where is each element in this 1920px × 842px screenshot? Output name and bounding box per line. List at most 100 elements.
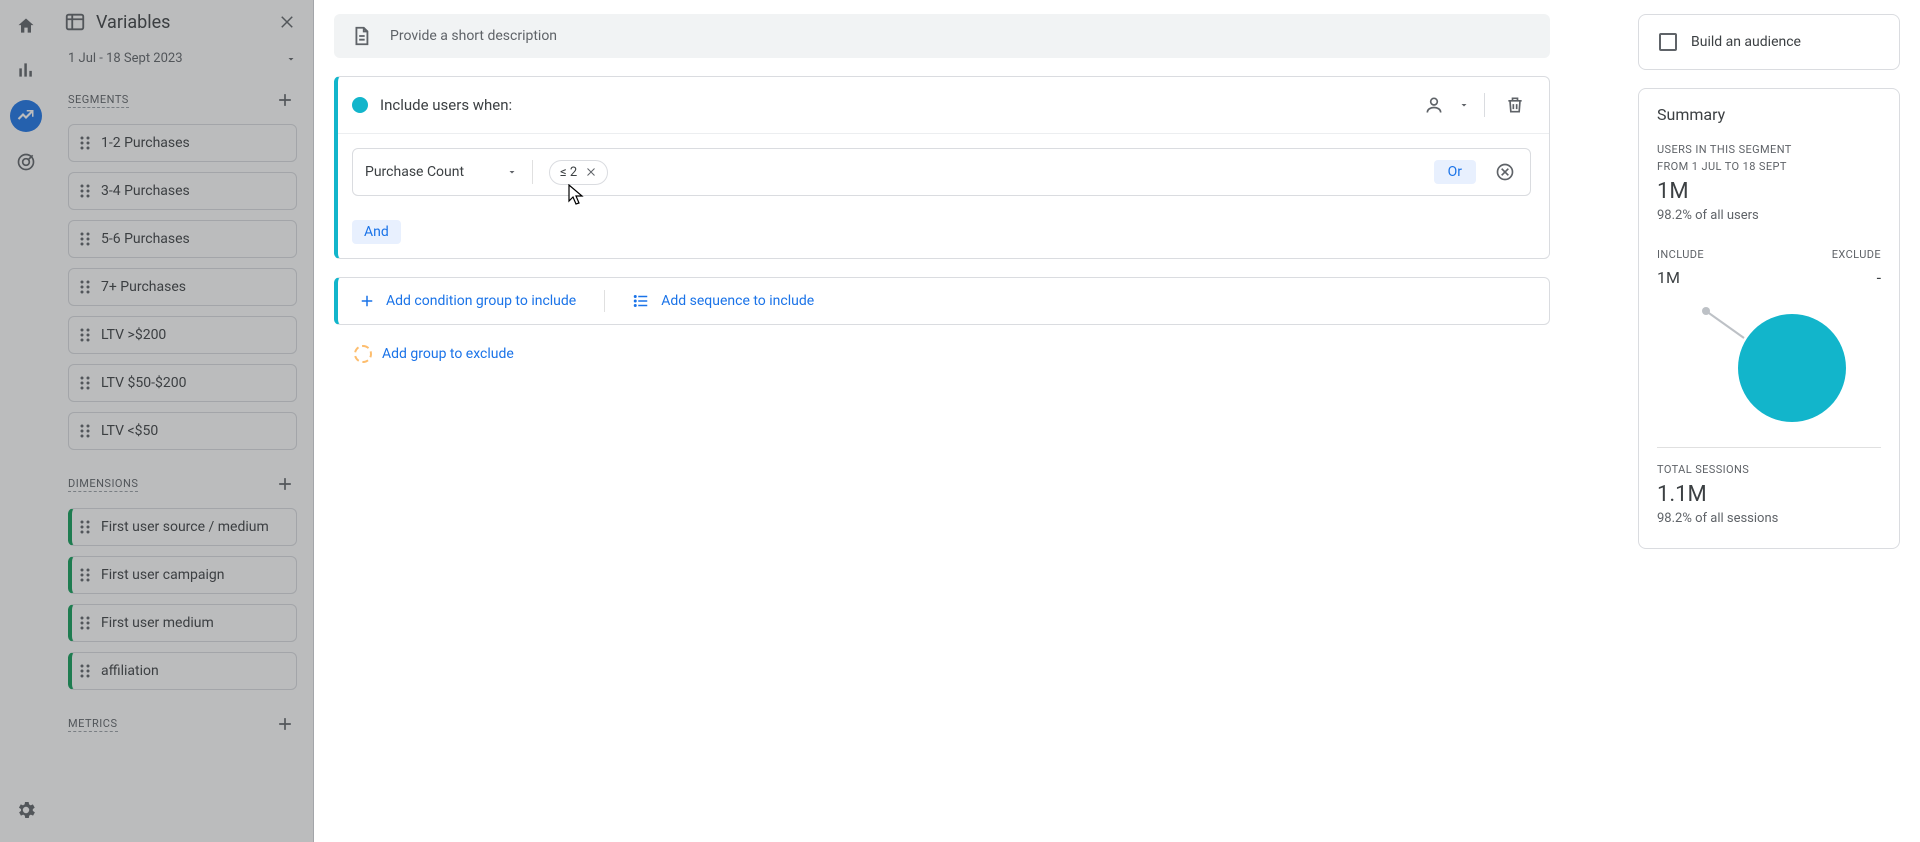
nav-advertising-icon[interactable] (12, 148, 40, 176)
add-condition-group-button[interactable]: Add condition group to include (358, 292, 576, 310)
drag-handle-icon[interactable] (79, 183, 91, 199)
nav-explore-icon[interactable] (10, 100, 42, 132)
filter-value: ≤ 2 (560, 165, 577, 180)
total-sessions-value: 1.1M (1657, 482, 1881, 507)
chip-label: LTV <$50 (101, 423, 158, 439)
add-exclude-group-button[interactable]: Add group to exclude (382, 346, 514, 362)
chip-label: First user medium (101, 615, 214, 631)
include-exclude-chart (1657, 287, 1881, 429)
segment-chip[interactable]: 3-4 Purchases (68, 172, 297, 210)
segment-chip[interactable]: 1-2 Purchases (68, 124, 297, 162)
segment-chip[interactable]: 5-6 Purchases (68, 220, 297, 258)
include-group-card: Include users when: (334, 76, 1550, 259)
summary-users-value: 1M (1657, 179, 1881, 204)
drag-handle-icon[interactable] (79, 567, 91, 583)
variables-title: Variables (96, 12, 265, 33)
condition-filter-pill[interactable]: ≤ 2 (549, 160, 608, 185)
divider (604, 290, 605, 312)
dimension-chip[interactable]: First user campaign (68, 556, 297, 594)
nav-reports-icon[interactable] (12, 56, 40, 84)
chip-label: 3-4 Purchases (101, 183, 190, 199)
dimensions-list: First user source / medium First user ca… (68, 508, 297, 690)
dimensions-section-label: DIMENSIONS (68, 477, 138, 492)
include-label: INCLUDE (1657, 247, 1704, 264)
dimension-chip[interactable]: First user medium (68, 604, 297, 642)
segment-chip[interactable]: LTV $50-$200 (68, 364, 297, 402)
nav-settings-icon[interactable] (12, 796, 40, 824)
segment-chip[interactable]: LTV >$200 (68, 316, 297, 354)
summary-card: Summary USERS IN THIS SEGMENT FROM 1 JUL… (1638, 88, 1900, 549)
nav-home-icon[interactable] (12, 12, 40, 40)
divider (1657, 447, 1881, 448)
chip-label: affiliation (101, 663, 159, 679)
chip-label: First user source / medium (101, 519, 269, 535)
drag-handle-icon[interactable] (79, 519, 91, 535)
drag-handle-icon[interactable] (79, 327, 91, 343)
chip-label: First user campaign (101, 567, 224, 583)
metrics-section-label: METRICS (68, 717, 118, 732)
chip-label: LTV >$200 (101, 327, 166, 343)
build-audience-label: Build an audience (1691, 34, 1801, 50)
exclude-value: - (1832, 268, 1881, 287)
left-nav-rail (0, 0, 52, 842)
drag-handle-icon[interactable] (79, 375, 91, 391)
chip-label: LTV $50-$200 (101, 375, 186, 391)
segment-chip[interactable]: LTV <$50 (68, 412, 297, 450)
drag-handle-icon[interactable] (79, 279, 91, 295)
document-icon (350, 25, 372, 47)
build-audience-card[interactable]: Build an audience (1638, 14, 1900, 70)
drag-handle-icon[interactable] (79, 663, 91, 679)
segments-list: 1-2 Purchases 3-4 Purchases 5-6 Purchase… (68, 124, 297, 450)
divider (1484, 93, 1485, 117)
add-dimension-button[interactable] (273, 472, 297, 496)
description-input[interactable]: Provide a short description (334, 14, 1550, 58)
clear-filter-icon[interactable] (585, 166, 597, 178)
chevron-down-icon[interactable] (1458, 99, 1470, 111)
total-sessions-pct: 98.2% of all sessions (1657, 511, 1881, 526)
date-range-selector[interactable]: 1 Jul - 18 Sept 2023 (68, 45, 297, 80)
drag-handle-icon[interactable] (79, 231, 91, 247)
add-segment-button[interactable] (273, 88, 297, 112)
condition-row: Purchase Count ≤ 2 Or (352, 148, 1531, 196)
segments-section-label: SEGMENTS (68, 93, 129, 108)
variables-panel: Variables 1 Jul - 18 Sept 2023 SEGMENTS … (52, 0, 314, 842)
add-condition-group-label: Add condition group to include (386, 293, 576, 309)
add-actions-card: Add condition group to include Add seque… (334, 277, 1550, 325)
chip-label: 1-2 Purchases (101, 135, 190, 151)
scope-selector[interactable] (1418, 89, 1450, 121)
add-metric-button[interactable] (273, 712, 297, 736)
drag-handle-icon[interactable] (79, 423, 91, 439)
build-audience-checkbox[interactable] (1659, 33, 1677, 51)
chevron-down-icon (506, 166, 518, 178)
or-button[interactable]: Or (1434, 160, 1476, 184)
date-range-text: 1 Jul - 18 Sept 2023 (68, 51, 183, 66)
total-sessions-label: TOTAL SESSIONS (1657, 462, 1881, 479)
chevron-down-icon (285, 53, 297, 65)
delete-group-button[interactable] (1499, 89, 1531, 121)
drag-handle-icon[interactable] (79, 135, 91, 151)
include-value: 1M (1657, 268, 1704, 287)
include-indicator-icon (352, 97, 368, 113)
summary-users-pct: 98.2% of all users (1657, 208, 1881, 223)
segment-chip[interactable]: 7+ Purchases (68, 268, 297, 306)
exclude-indicator-icon (354, 345, 372, 363)
dimension-chip[interactable]: affiliation (68, 652, 297, 690)
and-button[interactable]: And (352, 220, 401, 244)
exclude-label: EXCLUDE (1832, 247, 1881, 264)
summary-title: Summary (1657, 105, 1881, 124)
include-title: Include users when: (380, 96, 1406, 114)
chip-label: 5-6 Purchases (101, 231, 190, 247)
description-placeholder: Provide a short description (390, 28, 557, 44)
variables-icon (64, 11, 86, 33)
segment-editor: Provide a short description Include user… (314, 0, 1920, 842)
metric-label: Purchase Count (365, 164, 464, 180)
summary-users-label: USERS IN THIS SEGMENT FROM 1 JUL TO 18 S… (1657, 142, 1881, 175)
close-variables-button[interactable] (275, 10, 299, 34)
dimension-chip[interactable]: First user source / medium (68, 508, 297, 546)
chip-label: 7+ Purchases (101, 279, 186, 295)
right-panel: Build an audience Summary USERS IN THIS … (1638, 14, 1900, 549)
metric-dropdown[interactable]: Purchase Count (365, 160, 533, 184)
remove-condition-button[interactable] (1492, 159, 1518, 185)
drag-handle-icon[interactable] (79, 615, 91, 631)
add-sequence-button[interactable]: Add sequence to include (633, 292, 814, 310)
